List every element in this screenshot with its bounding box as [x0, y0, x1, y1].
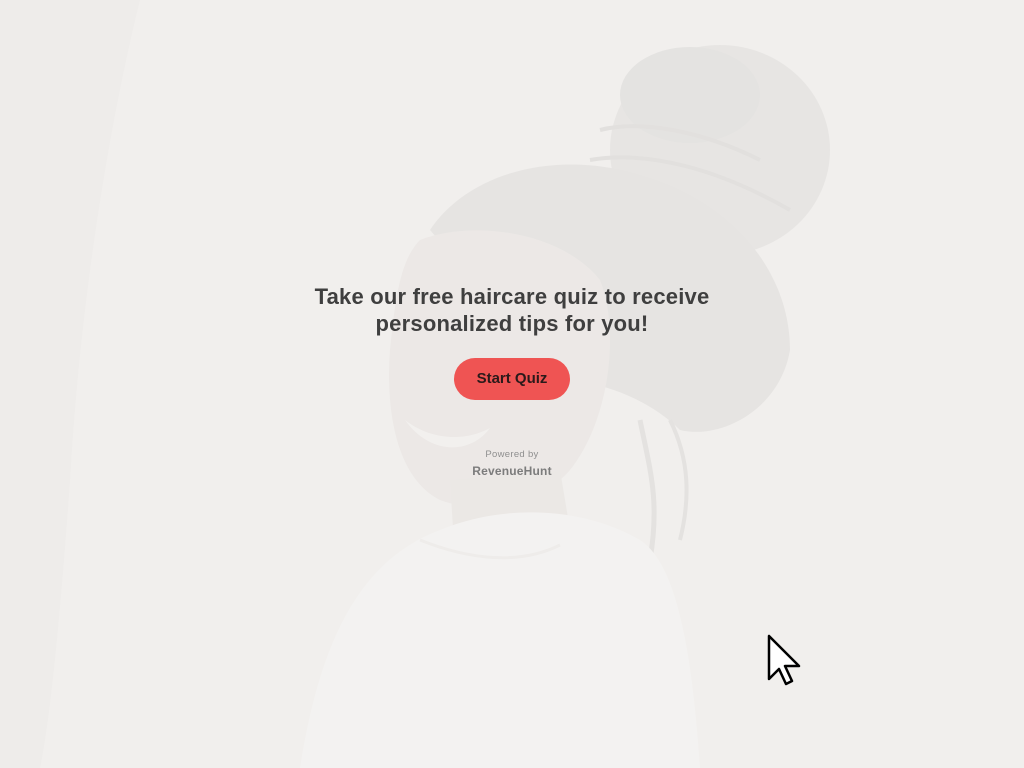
headline-line-1: Take our free haircare quiz to receive — [314, 284, 710, 309]
headline: Take our free haircare quiz to receive p… — [292, 283, 732, 337]
headline-line-2: personalized tips for you! — [375, 311, 649, 336]
powered-by-label: Powered by — [485, 449, 539, 460]
revenuehunt-link[interactable]: RevenueHunt — [0, 464, 1024, 478]
mouse-pointer-icon — [767, 634, 801, 686]
start-quiz-button[interactable]: Start Quiz — [454, 358, 570, 400]
quiz-intro: Take our free haircare quiz to receive p… — [0, 283, 1024, 478]
powered-by: Powered by RevenueHunt — [0, 449, 1024, 478]
